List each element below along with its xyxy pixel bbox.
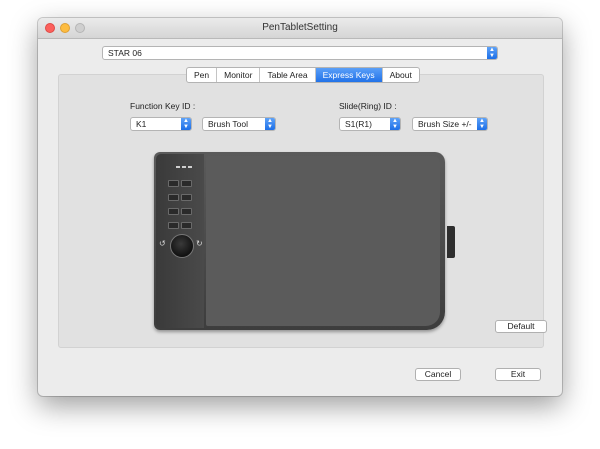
slide-ring-action-value: Brush Size +/- (418, 119, 472, 129)
select-arrows-icon: ▲ ▼ (487, 47, 497, 59)
express-key[interactable] (168, 194, 179, 201)
device-select[interactable]: STAR 06 ▲ ▼ (102, 46, 498, 60)
express-key[interactable] (181, 194, 192, 201)
select-arrows-icon: ▲ ▼ (181, 118, 191, 130)
function-key-action-value: Brush Tool (208, 119, 249, 129)
express-key[interactable] (168, 180, 179, 187)
exit-button[interactable]: Exit (495, 368, 541, 381)
device-select-value: STAR 06 (108, 48, 142, 58)
select-arrows-icon: ▲ ▼ (390, 118, 400, 130)
select-arrows-icon: ▲ ▼ (265, 118, 275, 130)
slide-ring-id-select[interactable]: S1(R1) ▲ ▼ (339, 117, 401, 131)
touch-ring-dial[interactable] (170, 234, 194, 258)
slide-ring-action-select[interactable]: Brush Size +/- ▲ ▼ (412, 117, 488, 131)
function-key-action-select[interactable]: Brush Tool ▲ ▼ (202, 117, 276, 131)
tab-monitor[interactable]: Monitor (217, 68, 261, 82)
express-key[interactable] (181, 180, 192, 187)
tab-express-keys[interactable]: Express Keys (315, 68, 383, 82)
slide-ring-label: Slide(Ring) ID : (339, 101, 397, 111)
app-window: PenTabletSetting STAR 06 ▲ ▼ Function Key… (38, 18, 562, 396)
tab-bar: Pen Monitor Table Area Express Keys Abou… (186, 67, 420, 83)
express-key-strip: ↺ ↻ (156, 154, 204, 328)
rotate-cw-icon: ↻ (196, 239, 203, 248)
indicator-led (176, 166, 180, 168)
tab-about[interactable]: About (383, 68, 419, 82)
window-title: PenTabletSetting (262, 22, 338, 33)
function-key-id-value: K1 (136, 119, 147, 129)
indicator-led (188, 166, 192, 168)
cancel-button[interactable]: Cancel (415, 368, 461, 381)
express-key[interactable] (168, 222, 179, 229)
tablet-side-button (447, 226, 455, 258)
express-key[interactable] (181, 208, 192, 215)
tab-pen[interactable]: Pen (187, 68, 218, 82)
express-key[interactable] (181, 222, 192, 229)
slide-ring-id-value: S1(R1) (345, 119, 372, 129)
indicator-led (182, 166, 186, 168)
rotate-ccw-icon: ↺ (159, 239, 166, 248)
select-arrows-icon: ▲ ▼ (477, 118, 487, 130)
tab-table-area[interactable]: Table Area (260, 68, 316, 82)
title-bar: PenTabletSetting (38, 18, 562, 39)
tablet-image: ↺ ↻ (154, 152, 445, 330)
function-key-label: Function Key ID : (130, 101, 196, 111)
tablet-active-area (206, 156, 440, 326)
function-key-id-select[interactable]: K1 ▲ ▼ (130, 117, 192, 131)
default-button[interactable]: Default (495, 320, 547, 333)
express-key[interactable] (168, 208, 179, 215)
